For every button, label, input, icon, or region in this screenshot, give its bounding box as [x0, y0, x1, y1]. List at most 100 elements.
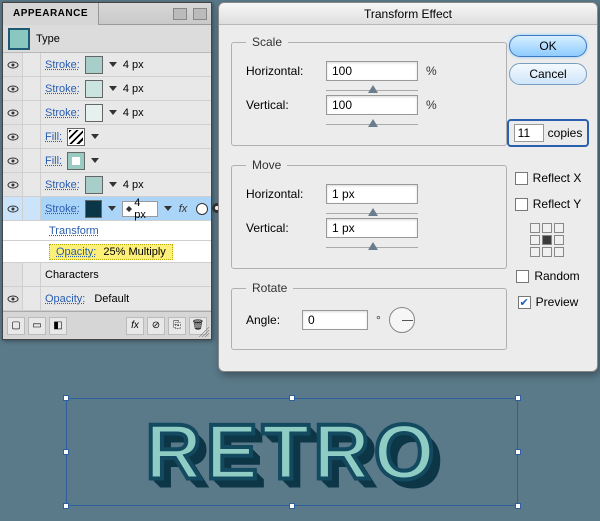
highlighted-opacity: Opacity: 25% Multiply: [49, 244, 173, 260]
panel-menu-icon[interactable]: [193, 8, 207, 20]
appearance-tab[interactable]: APPEARANCE: [3, 3, 99, 25]
copies-field[interactable]: copies: [507, 119, 590, 147]
selection-handle-icon[interactable]: [515, 449, 521, 455]
stroke-size: 4 px: [123, 179, 144, 191]
selection-handle-icon[interactable]: [63, 449, 69, 455]
panel-header[interactable]: APPEARANCE: [3, 3, 211, 25]
scale-v-input[interactable]: [326, 95, 418, 115]
stroke-row-selected[interactable]: Stroke: 4 px fx: [3, 197, 211, 221]
characters-row[interactable]: Characters: [3, 263, 211, 287]
visibility-icon[interactable]: [7, 59, 19, 71]
appearance-panel: APPEARANCE Type Stroke: 4 px Stroke:: [2, 2, 212, 340]
angle-unit: °: [376, 313, 381, 327]
default-opacity-row[interactable]: Opacity: Default: [3, 287, 211, 311]
stroke-label[interactable]: Stroke:: [45, 179, 80, 191]
opacity-value: 25% Multiply: [103, 246, 165, 258]
stroke-label[interactable]: Stroke:: [45, 107, 80, 119]
move-h-label: Horizontal:: [246, 187, 318, 201]
opacity-label[interactable]: Opacity:: [45, 293, 85, 305]
visibility-icon[interactable]: [7, 83, 19, 95]
resize-grip-icon[interactable]: [199, 327, 209, 337]
move-v-input[interactable]: [326, 218, 418, 238]
clear-appearance-icon[interactable]: ⊘: [147, 317, 165, 335]
rotate-legend: Rotate: [246, 281, 293, 295]
target-ring-icon[interactable]: [196, 203, 208, 215]
stroke-label[interactable]: Stroke:: [45, 59, 80, 71]
swatch-dropdown-icon[interactable]: [107, 201, 117, 217]
appearance-footer: ▢ ▭ ◧ fx ⊘ ⎘ 🗑: [3, 311, 211, 339]
visibility-icon[interactable]: [7, 293, 19, 305]
stroke-row[interactable]: Stroke: 4 px: [3, 101, 211, 125]
stroke-swatch-icon[interactable]: [85, 80, 103, 98]
stroke-swatch-icon[interactable]: [85, 200, 103, 218]
cancel-button[interactable]: Cancel: [509, 63, 587, 85]
fill-label[interactable]: Fill:: [45, 131, 62, 143]
transform-link[interactable]: Transform: [49, 225, 99, 237]
new-fill-icon[interactable]: ◧: [49, 317, 67, 335]
transform-effect-row[interactable]: Transform: [3, 221, 211, 241]
panel-collapse-icon[interactable]: [173, 8, 187, 20]
swatch-dropdown-icon[interactable]: [108, 81, 118, 97]
scale-h-slider[interactable]: [326, 87, 418, 95]
fill-swatch-icon[interactable]: [67, 152, 85, 170]
stroke-swatch-icon[interactable]: [85, 56, 103, 74]
visibility-icon[interactable]: [7, 155, 19, 167]
visibility-icon[interactable]: [7, 203, 19, 215]
reflect-x-checkbox[interactable]: Reflect X: [515, 171, 582, 185]
new-stroke-icon[interactable]: ▭: [28, 317, 46, 335]
swatch-dropdown-icon[interactable]: [108, 177, 118, 193]
stroke-row[interactable]: Stroke: 4 px: [3, 77, 211, 101]
copies-input[interactable]: [514, 124, 544, 142]
fill-row[interactable]: Fill:: [3, 125, 211, 149]
stroke-label[interactable]: Stroke:: [45, 83, 80, 95]
artboard-selection[interactable]: RETRO: [66, 398, 518, 506]
move-v-slider[interactable]: [326, 244, 418, 252]
visibility-icon[interactable]: [7, 131, 19, 143]
scale-v-slider[interactable]: [326, 121, 418, 129]
rotate-group: Rotate Angle: °: [231, 281, 507, 350]
selection-handle-icon[interactable]: [515, 395, 521, 401]
selection-handle-icon[interactable]: [289, 395, 295, 401]
fill-swatch-icon[interactable]: [67, 128, 85, 146]
selection-handle-icon[interactable]: [289, 503, 295, 509]
duplicate-icon[interactable]: ⎘: [168, 317, 186, 335]
move-group: Move Horizontal: Vertical:: [231, 158, 507, 269]
reflect-y-checkbox[interactable]: Reflect Y: [515, 197, 581, 211]
size-dropdown-icon[interactable]: [163, 201, 173, 217]
visibility-icon[interactable]: [7, 179, 19, 191]
add-effect-icon[interactable]: fx: [126, 317, 144, 335]
random-checkbox[interactable]: Random: [516, 269, 579, 283]
opacity-label[interactable]: Opacity:: [56, 246, 96, 258]
preview-checkbox[interactable]: ✔Preview: [518, 295, 579, 309]
scale-h-input[interactable]: [326, 61, 418, 81]
fx-indicator-icon[interactable]: fx: [173, 203, 193, 215]
selection-handle-icon[interactable]: [63, 395, 69, 401]
stroke-size-input[interactable]: 4 px: [122, 201, 158, 217]
fill-label[interactable]: Fill:: [45, 155, 62, 167]
move-v-label: Vertical:: [246, 221, 318, 235]
origin-center-icon[interactable]: [542, 235, 552, 245]
stroke-row[interactable]: Stroke: 4 px: [3, 53, 211, 77]
selection-handle-icon[interactable]: [515, 503, 521, 509]
move-h-input[interactable]: [326, 184, 418, 204]
angle-dial-icon[interactable]: [389, 307, 415, 333]
origin-point-grid[interactable]: [530, 223, 566, 257]
stroke-row[interactable]: Stroke: 4 px: [3, 173, 211, 197]
stroke-swatch-icon[interactable]: [85, 104, 103, 122]
retro-text[interactable]: RETRO: [146, 407, 439, 498]
swatch-dropdown-icon[interactable]: [90, 153, 100, 169]
swatch-dropdown-icon[interactable]: [108, 105, 118, 121]
visibility-icon[interactable]: [7, 107, 19, 119]
swatch-dropdown-icon[interactable]: [108, 57, 118, 73]
stroke-swatch-icon[interactable]: [85, 176, 103, 194]
selection-handle-icon[interactable]: [63, 503, 69, 509]
swatch-dropdown-icon[interactable]: [90, 129, 100, 145]
angle-input[interactable]: [302, 310, 368, 330]
new-art-icon[interactable]: ▢: [7, 317, 25, 335]
ok-button[interactable]: OK: [509, 35, 587, 57]
move-h-slider[interactable]: [326, 210, 418, 218]
stroke-opacity-row[interactable]: Opacity: 25% Multiply: [3, 241, 211, 263]
fill-row[interactable]: Fill:: [3, 149, 211, 173]
stroke-label[interactable]: Stroke:: [45, 203, 80, 215]
scale-group: Scale Horizontal: % Vertical: %: [231, 35, 507, 146]
